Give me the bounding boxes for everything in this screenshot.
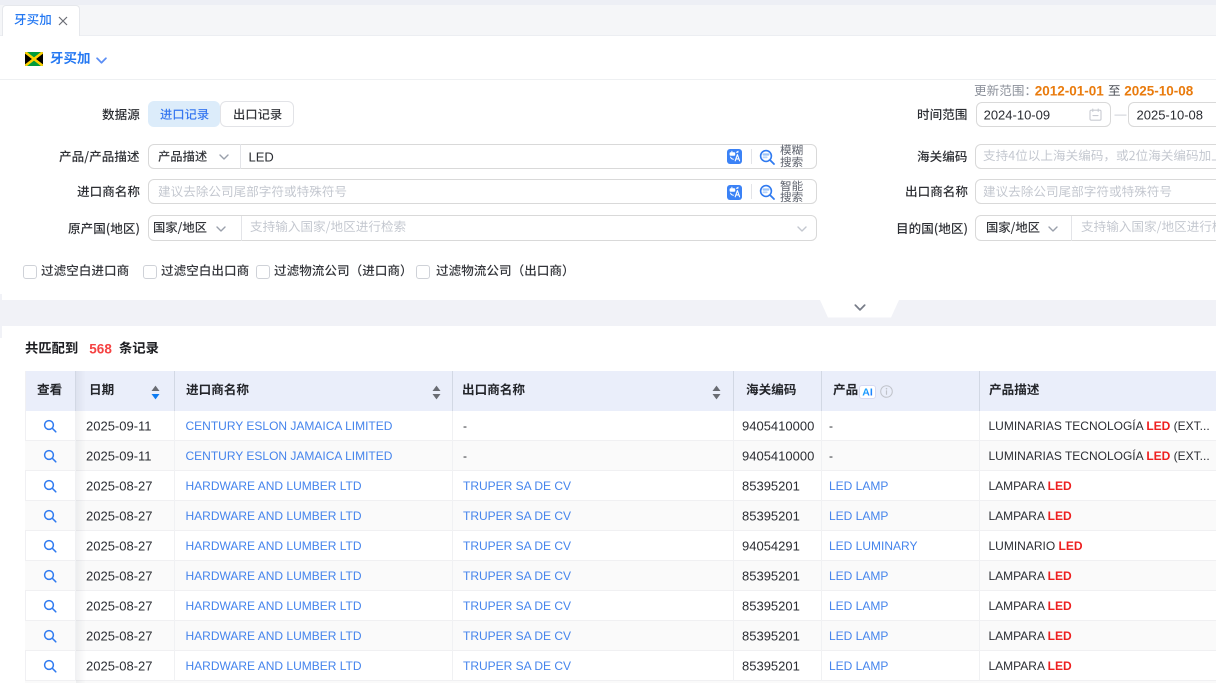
svg-text:AI: AI <box>862 386 873 398</box>
